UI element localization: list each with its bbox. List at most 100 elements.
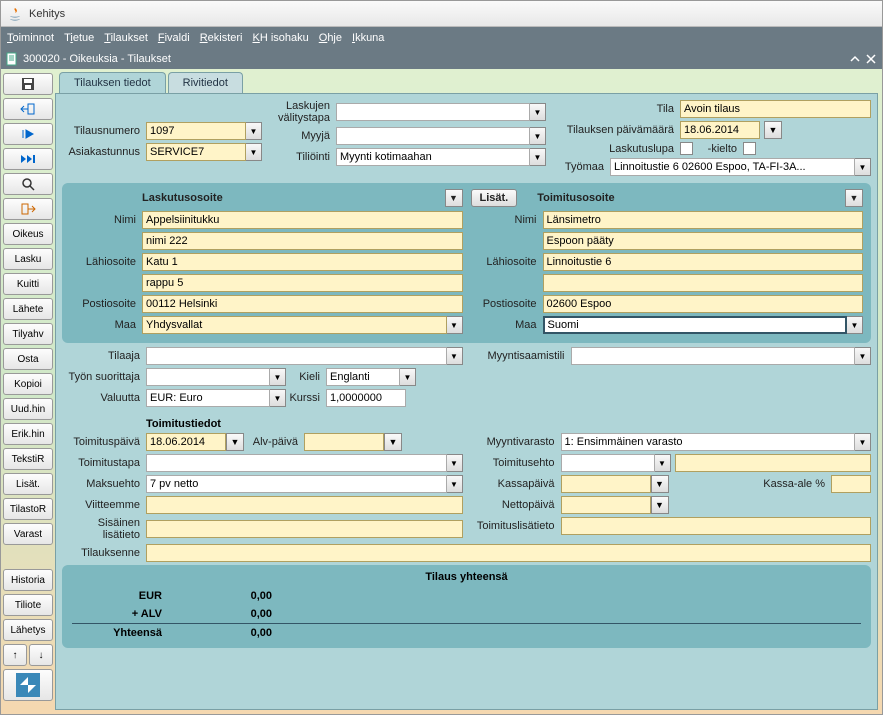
exit-right-button[interactable]	[3, 198, 53, 220]
delivery-addr-dropdown-button[interactable]: ▼	[845, 189, 863, 207]
menu-rekisteri[interactable]: Rekisteri	[200, 32, 243, 44]
billing-dropdown-button[interactable]: ▼	[445, 189, 463, 207]
varast-button[interactable]: Varast	[3, 523, 53, 545]
sisainen-input[interactable]	[146, 520, 463, 538]
nettopaiva-picker[interactable]: ▼	[651, 496, 669, 514]
myyntivarasto-input[interactable]: 1: Ensimmäinen varasto	[561, 433, 856, 451]
laskujen-dropdown[interactable]: ▼	[530, 103, 546, 121]
up-arrow-button[interactable]: ↑	[3, 644, 27, 666]
delivery-maa-input[interactable]: Suomi	[543, 316, 848, 334]
kopioi-button[interactable]: Kopioi	[3, 373, 53, 395]
myyntivarasto-dropdown[interactable]: ▼	[855, 433, 871, 451]
exit-left-button[interactable]	[3, 98, 53, 120]
alvpaiva-input[interactable]	[304, 433, 384, 451]
lasku-button[interactable]: Lasku	[3, 248, 53, 270]
billing-nimi1-input[interactable]: Appelsiinitukku	[142, 211, 463, 229]
delivery-nimi2-input[interactable]: Espoon pääty	[543, 232, 864, 250]
asiakastunnus-dropdown[interactable]: ▼	[246, 143, 262, 161]
delivery-lahi1-input[interactable]: Linnoitustie 6	[543, 253, 864, 271]
nettopaiva-input[interactable]	[561, 496, 651, 514]
kassapaiva-input[interactable]	[561, 475, 651, 493]
billing-lahi1-input[interactable]: Katu 1	[142, 253, 463, 271]
billing-lahi2-input[interactable]: rappu 5	[142, 274, 463, 292]
tilaaja-input[interactable]	[146, 347, 447, 365]
tyomaa-dropdown[interactable]: ▼	[855, 158, 871, 176]
uudhin-button[interactable]: Uud.hin	[3, 398, 53, 420]
alvpaiva-picker[interactable]: ▼	[384, 433, 402, 451]
erikhin-button[interactable]: Erik.hin	[3, 423, 53, 445]
lahete-button[interactable]: Lähete	[3, 298, 53, 320]
tilaaja-dropdown[interactable]: ▼	[447, 347, 463, 365]
asiakastunnus-input[interactable]: SERVICE7	[146, 143, 246, 161]
kassapaiva-picker[interactable]: ▼	[651, 475, 669, 493]
oikeus-button[interactable]: Oikeus	[3, 223, 53, 245]
logo-button[interactable]	[3, 669, 53, 701]
valuutta-input[interactable]: EUR: Euro	[146, 389, 270, 407]
tyon-dropdown[interactable]: ▼	[270, 368, 286, 386]
valuutta-dropdown[interactable]: ▼	[270, 389, 286, 407]
play-button[interactable]	[3, 123, 53, 145]
kuitti-button[interactable]: Kuitti	[3, 273, 53, 295]
kielto-checkbox[interactable]	[743, 142, 756, 155]
menu-ikkuna[interactable]: Ikkuna	[352, 32, 384, 44]
laskutuslupa-checkbox[interactable]	[680, 142, 693, 155]
maksuehto-input[interactable]: 7 pv netto	[146, 475, 447, 493]
toimitusehto-dropdown[interactable]: ▼	[655, 454, 671, 472]
menu-toiminnot[interactable]: Toiminnot	[7, 32, 54, 44]
historia-button[interactable]: Historia	[3, 569, 53, 591]
tilastor-button[interactable]: TilastoR	[3, 498, 53, 520]
tab-rivitiedot[interactable]: Rivitiedot	[168, 72, 243, 93]
menu-ohje[interactable]: Ohje	[319, 32, 342, 44]
delivery-posti-input[interactable]: 02600 Espoo	[543, 295, 864, 313]
tyomaa-input[interactable]: Linnoitustie 6 02600 Espoo, TA-FI-3A...	[610, 158, 855, 176]
kassa-ale-input[interactable]	[831, 475, 871, 493]
pvm-picker-button[interactable]: ▼	[764, 121, 782, 139]
kieli-input[interactable]: Englanti	[326, 368, 400, 386]
delivery-maa-dropdown[interactable]: ▼	[847, 316, 863, 334]
lisat-button[interactable]: Lisät.	[3, 473, 53, 495]
lisat-addr-button[interactable]: Lisät.	[471, 189, 518, 207]
restore-icon[interactable]	[848, 52, 862, 66]
myyntisaamistili-input[interactable]	[571, 347, 856, 365]
menu-tietue[interactable]: Tietue	[64, 32, 94, 44]
toimitusehto-text-input[interactable]	[675, 454, 872, 472]
tekstir-button[interactable]: TekstiR	[3, 448, 53, 470]
tab-tilauksen-tiedot[interactable]: Tilauksen tiedot	[59, 72, 166, 93]
tiliointi-dropdown[interactable]: ▼	[530, 148, 546, 166]
tilyahv-button[interactable]: Tilyahv	[3, 323, 53, 345]
kieli-dropdown[interactable]: ▼	[400, 368, 416, 386]
save-button[interactable]	[3, 73, 53, 95]
lahetys-button[interactable]: Lähetys	[3, 619, 53, 641]
delivery-lahi2-input[interactable]	[543, 274, 864, 292]
toimitusehto-input[interactable]	[561, 454, 655, 472]
laskujen-input[interactable]	[336, 103, 530, 121]
down-arrow-button[interactable]: ↓	[29, 644, 53, 666]
pvm-input[interactable]: 18.06.2014	[680, 121, 760, 139]
toimituspaiva-input[interactable]: 18.06.2014	[146, 433, 226, 451]
tyon-input[interactable]	[146, 368, 270, 386]
myyja-dropdown[interactable]: ▼	[530, 127, 546, 145]
kurssi-input[interactable]: 1,0000000	[326, 389, 406, 407]
menu-tilaukset[interactable]: Tilaukset	[104, 32, 148, 44]
billing-maa-input[interactable]: Yhdysvallat	[142, 316, 447, 334]
maksuehto-dropdown[interactable]: ▼	[447, 475, 463, 493]
toimituslisatieto-input[interactable]	[561, 517, 872, 535]
toimitustapa-dropdown[interactable]: ▼	[447, 454, 463, 472]
tilausnumero-dropdown[interactable]: ▼	[246, 122, 262, 140]
billing-maa-dropdown[interactable]: ▼	[447, 316, 463, 334]
close-icon[interactable]	[864, 52, 878, 66]
tilauksenne-input[interactable]	[146, 544, 871, 562]
myyja-input[interactable]	[336, 127, 530, 145]
toimitustapa-input[interactable]	[146, 454, 447, 472]
menu-khisohaku[interactable]: KH isohaku	[252, 32, 308, 44]
toimituspaiva-picker[interactable]: ▼	[226, 433, 244, 451]
search-button[interactable]	[3, 173, 53, 195]
tiliote-button[interactable]: Tiliote	[3, 594, 53, 616]
delivery-nimi1-input[interactable]: Länsimetro	[543, 211, 864, 229]
tilausnumero-input[interactable]: 1097	[146, 122, 246, 140]
osta-button[interactable]: Osta	[3, 348, 53, 370]
fast-forward-button[interactable]	[3, 148, 53, 170]
billing-posti-input[interactable]: 00112 Helsinki	[142, 295, 463, 313]
myyntisaamistili-dropdown[interactable]: ▼	[855, 347, 871, 365]
menu-fivaldi[interactable]: Fivaldi	[158, 32, 190, 44]
